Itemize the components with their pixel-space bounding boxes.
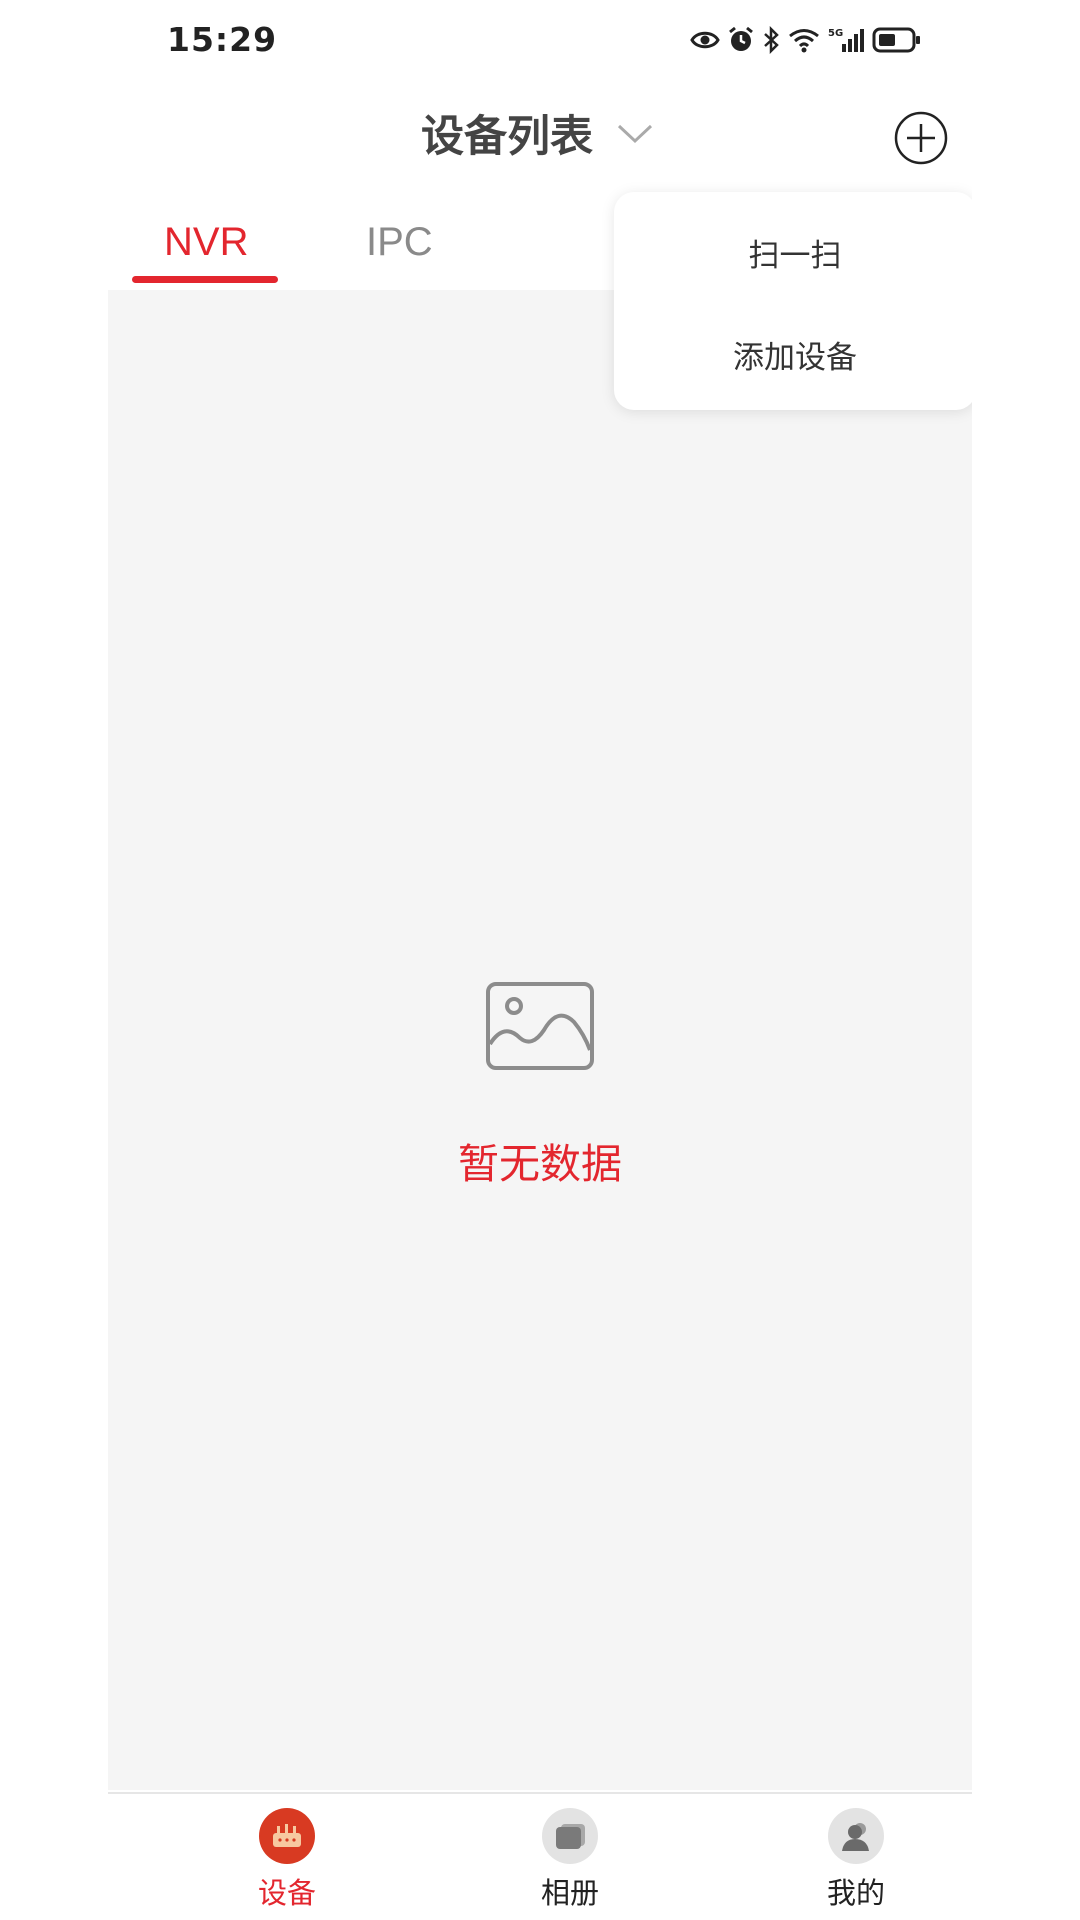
device-icon xyxy=(259,1808,315,1864)
status-time: 15:29 xyxy=(167,20,278,59)
tab-nvr[interactable]: NVR xyxy=(164,220,248,265)
nav-item-mine[interactable]: 我的 xyxy=(776,1808,936,1912)
album-icon xyxy=(542,1808,598,1864)
tab-ipc[interactable]: IPC xyxy=(366,220,433,265)
page-title: 设备列表 xyxy=(421,112,593,162)
device-list-content: 暂无数据 xyxy=(108,290,972,1790)
empty-state-text: 暂无数据 xyxy=(458,1140,622,1188)
eye-icon xyxy=(690,31,720,49)
menu-item-add-device[interactable]: 添加设备 xyxy=(614,332,972,377)
svg-text:5G: 5G xyxy=(828,28,843,39)
menu-item-scan[interactable]: 扫一扫 xyxy=(614,230,972,275)
nav-item-device[interactable]: 设备 xyxy=(207,1808,367,1912)
battery-icon xyxy=(872,27,920,53)
signal-5g-icon: 5G xyxy=(828,28,864,52)
bottom-nav: 设备 相册 我的 xyxy=(108,1792,972,1920)
tab-active-indicator xyxy=(132,276,278,283)
status-bar: 15:29 5G xyxy=(108,0,972,80)
empty-state: 暂无数据 xyxy=(108,980,972,1190)
app-screen: 15:29 5G 设备列表 NVR IPC 暂无数据 扫一扫 添加设备 设备 相… xyxy=(108,0,972,1920)
header: 设备列表 xyxy=(108,90,972,180)
user-icon xyxy=(828,1808,884,1864)
title-dropdown[interactable]: 设备列表 xyxy=(421,102,655,164)
image-placeholder-icon xyxy=(486,982,594,1070)
nav-label-album: 相册 xyxy=(540,1876,599,1910)
chevron-down-icon[interactable] xyxy=(615,113,655,153)
nav-item-album[interactable]: 相册 xyxy=(490,1808,650,1912)
status-icons: 5G xyxy=(690,20,922,60)
nav-label-mine: 我的 xyxy=(826,1876,885,1910)
bluetooth-icon xyxy=(764,26,779,54)
add-popup-menu: 扫一扫 添加设备 xyxy=(614,192,972,410)
nav-label-device: 设备 xyxy=(257,1876,316,1910)
add-button-plus-circle-icon[interactable] xyxy=(891,108,951,168)
alarm-icon xyxy=(729,26,753,51)
wifi-icon xyxy=(789,29,819,53)
